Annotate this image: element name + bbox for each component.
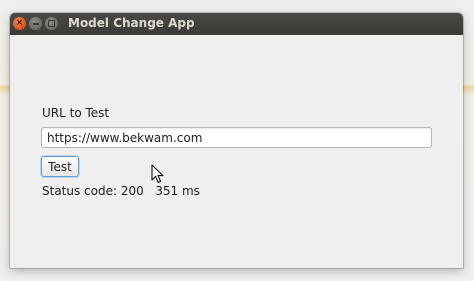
test-button[interactable]: Test <box>41 156 79 177</box>
window-title: Model Change App <box>68 16 195 30</box>
status-label: Status code: <box>42 184 118 198</box>
close-icon[interactable]: × <box>13 17 26 30</box>
maximize-icon[interactable] <box>45 17 58 30</box>
url-input[interactable] <box>41 127 432 148</box>
status-code: 200 <box>120 184 144 198</box>
mouse-pointer-icon <box>151 164 164 184</box>
url-label: URL to Test <box>42 106 110 120</box>
title-bar[interactable]: × Model Change App <box>10 13 463 35</box>
app-window: × Model Change App URL to Test Test Stat… <box>10 13 463 268</box>
minimize-icon[interactable] <box>29 17 42 30</box>
response-time: 351 ms <box>155 184 200 198</box>
status-line: Status code: 200 351 ms <box>42 184 200 198</box>
